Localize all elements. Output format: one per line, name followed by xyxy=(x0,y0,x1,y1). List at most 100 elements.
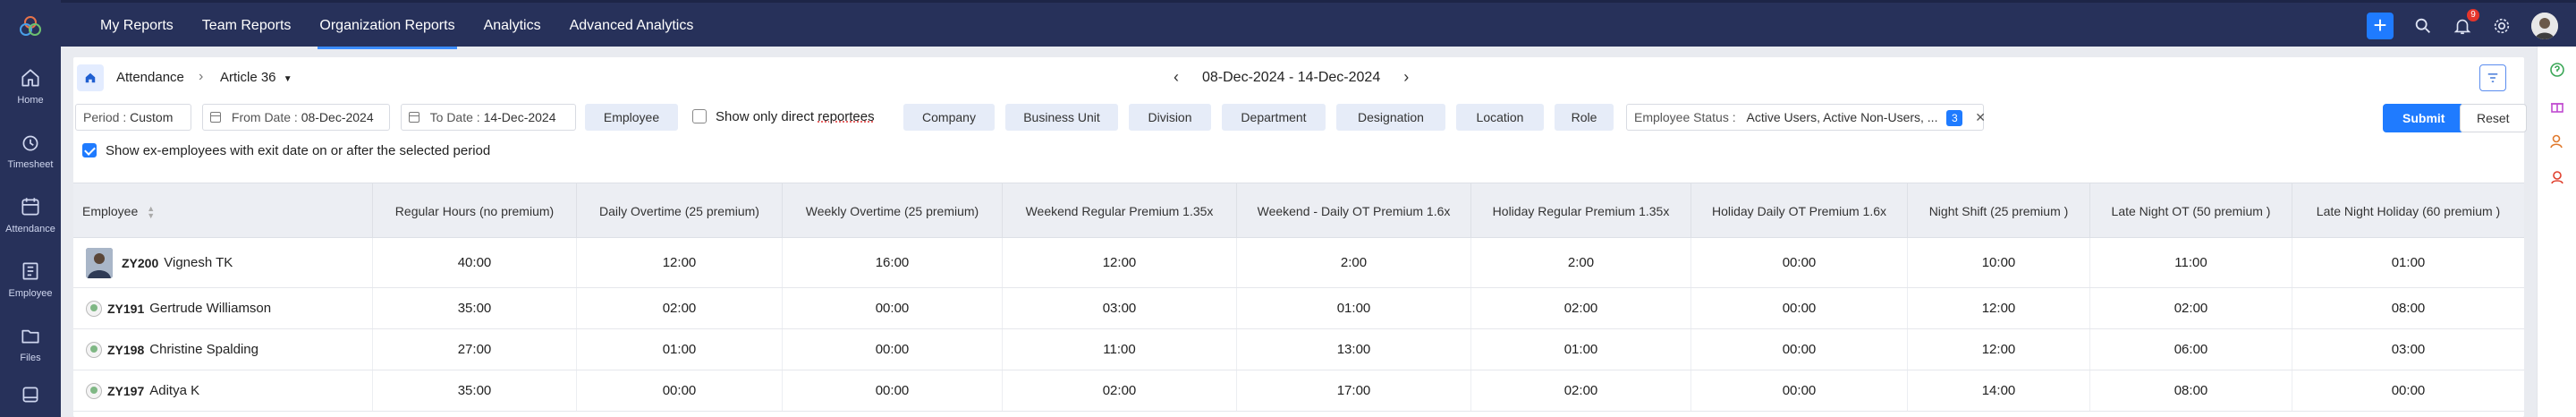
tab-analytics[interactable]: Analytics xyxy=(470,3,555,49)
table-cell: 06:00 xyxy=(2089,329,2292,370)
sidebar-item-files[interactable]: Files xyxy=(0,317,61,374)
tab-my-reports[interactable]: My Reports xyxy=(86,3,188,49)
employee-status-filter[interactable]: Employee Status : Active Users, Active N… xyxy=(1626,104,1986,131)
table-cell: 00:00 xyxy=(782,288,1002,328)
role-filter-button[interactable]: Role xyxy=(1555,104,1614,131)
location-filter-button[interactable]: Location xyxy=(1456,104,1544,131)
checkbox-icon xyxy=(692,109,707,123)
table-cell: 27:00 xyxy=(372,329,576,370)
department-filter-button[interactable]: Department xyxy=(1222,104,1326,131)
app-logo-icon[interactable] xyxy=(16,13,45,41)
ex-employees-checkbox[interactable]: Show ex-employees with exit date on or a… xyxy=(82,143,490,158)
employee-avatar-icon xyxy=(86,300,102,317)
business-unit-filter-button[interactable]: Business Unit xyxy=(1005,104,1118,131)
direct-reportees-checkbox[interactable]: Show only direct reportees xyxy=(692,104,875,131)
next-period-button[interactable]: › xyxy=(1403,68,1409,87)
user-avatar[interactable] xyxy=(2531,13,2558,39)
clear-status-icon[interactable]: ✕ xyxy=(1975,110,1986,124)
table-cell: 01:00 xyxy=(1236,288,1470,328)
calendar-icon xyxy=(210,112,221,123)
add-button[interactable]: + xyxy=(2367,13,2394,39)
table-cell: 02:00 xyxy=(1470,288,1690,328)
sidebar-item-reports[interactable] xyxy=(0,376,61,417)
sidebar-item-label: Home xyxy=(17,95,44,106)
column-header: Regular Hours (no premium) xyxy=(372,183,576,239)
table-cell: 00:00 xyxy=(782,329,1002,370)
table-row[interactable]: ZY197 Aditya K 35:00 00:00 00:00 02:00 1… xyxy=(73,370,2524,412)
column-header-employee[interactable]: Employee ▲ ▼ xyxy=(73,183,372,239)
table-cell: 12:00 xyxy=(1907,288,2089,328)
reset-button[interactable]: Reset xyxy=(2460,104,2527,132)
column-header: Night Shift (25 premium ) xyxy=(1907,183,2089,239)
table-cell: 00:00 xyxy=(576,370,782,411)
sidebar-item-label: Timesheet xyxy=(7,159,54,170)
table-cell: 16:00 xyxy=(782,238,1002,287)
person-photo-icon xyxy=(86,247,113,278)
table-cell: 17:00 xyxy=(1236,370,1470,411)
report-tabs: My Reports Team Reports Organization Rep… xyxy=(86,3,708,49)
breadcrumb-attendance[interactable]: Attendance xyxy=(116,70,184,85)
designation-filter-button[interactable]: Designation xyxy=(1336,104,1445,131)
previous-period-button[interactable]: ‹ xyxy=(1174,68,1179,87)
gift-icon[interactable] xyxy=(2548,97,2566,115)
status-count-badge: 3 xyxy=(1946,110,1963,126)
filter-icon xyxy=(2487,73,2498,82)
table-cell: 01:00 xyxy=(1470,329,1690,370)
files-icon xyxy=(21,329,39,344)
checkbox-checked-icon xyxy=(82,143,97,157)
company-filter-button[interactable]: Company xyxy=(903,104,995,131)
column-header: Late Night OT (50 premium ) xyxy=(2089,183,2292,239)
column-header: Weekly Overtime (25 premium) xyxy=(782,183,1002,239)
table-cell: 02:00 xyxy=(1470,370,1690,411)
table-row[interactable]: ZY191 Gertrude Williamson 35:00 02:00 00… xyxy=(73,288,2524,329)
tab-advanced-analytics[interactable]: Advanced Analytics xyxy=(555,3,708,49)
employee-cell: ZY197 Aditya K xyxy=(73,370,372,411)
date-range-label: 08-Dec-2024 - 14-Dec-2024 xyxy=(1202,69,1381,85)
sidebar-item-timesheet[interactable]: Timesheet xyxy=(0,123,61,181)
help-icon[interactable] xyxy=(2548,61,2566,79)
employee-avatar-icon xyxy=(86,382,102,399)
breadcrumb-report-dropdown[interactable]: Article 36 ▼ xyxy=(220,70,292,85)
table-cell: 08:00 xyxy=(2089,370,2292,411)
tab-team-reports[interactable]: Team Reports xyxy=(188,3,306,49)
from-date-picker[interactable]: From Date : 08-Dec-2024 xyxy=(202,104,390,131)
table-cell: 14:00 xyxy=(1907,370,2089,411)
user-avatar-icon xyxy=(2531,13,2558,39)
right-sidebar xyxy=(2537,47,2576,417)
table-cell: 11:00 xyxy=(1002,329,1236,370)
table-cell: 02:00 xyxy=(576,288,782,328)
home-breadcrumb-button[interactable] xyxy=(77,64,104,91)
table-header: Employee ▲ ▼ Regular Hours (no premium) Da… xyxy=(73,183,2524,239)
employee-filter-button[interactable]: Employee xyxy=(585,104,678,131)
search-icon[interactable] xyxy=(2413,16,2433,36)
sidebar-item-attendance[interactable]: Attendance xyxy=(0,188,61,245)
table-cell: 12:00 xyxy=(1002,238,1236,287)
table-cell: 03:00 xyxy=(2292,329,2524,370)
table-row[interactable]: ZY200 Vignesh TK 40:00 12:00 16:00 12:00… xyxy=(73,238,2524,288)
employee-cell: ZY191 Gertrude Williamson xyxy=(73,288,372,328)
column-header: Holiday Regular Premium 1.35x xyxy=(1470,183,1690,239)
table-cell: 02:00 xyxy=(1002,370,1236,411)
timesheet-icon xyxy=(22,135,38,151)
notifications-button[interactable]: 9 xyxy=(2453,9,2479,36)
submit-button[interactable]: Submit xyxy=(2383,104,2465,132)
table-cell: 01:00 xyxy=(576,329,782,370)
sidebar-item-home[interactable]: Home xyxy=(0,59,61,116)
period-select[interactable]: Period : Custom xyxy=(75,104,191,131)
table-cell: 40:00 xyxy=(372,238,576,287)
table-cell: 2:00 xyxy=(1236,238,1470,287)
table-cell: 35:00 xyxy=(372,370,576,411)
tab-organization-reports[interactable]: Organization Reports xyxy=(305,3,469,49)
table-row[interactable]: ZY198 Christine Spalding 27:00 01:00 00:… xyxy=(73,329,2524,370)
division-filter-button[interactable]: Division xyxy=(1129,104,1211,131)
support-icon[interactable] xyxy=(2548,168,2566,186)
user-settings-icon[interactable] xyxy=(2548,132,2566,150)
column-header: Daily Overtime (25 premium) xyxy=(576,183,782,239)
sidebar-item-employee[interactable]: Employee xyxy=(0,252,61,310)
filter-toggle-button[interactable] xyxy=(2479,64,2506,91)
table-cell: 02:00 xyxy=(2089,288,2292,328)
to-date-picker[interactable]: To Date : 14-Dec-2024 xyxy=(401,104,576,131)
left-sidebar: Home Timesheet Attendance Employee Files xyxy=(0,0,61,417)
report-header: Attendance › Article 36 ▼ ‹ 08-Dec-2024 … xyxy=(73,57,2524,97)
gear-icon[interactable] xyxy=(2492,16,2512,36)
